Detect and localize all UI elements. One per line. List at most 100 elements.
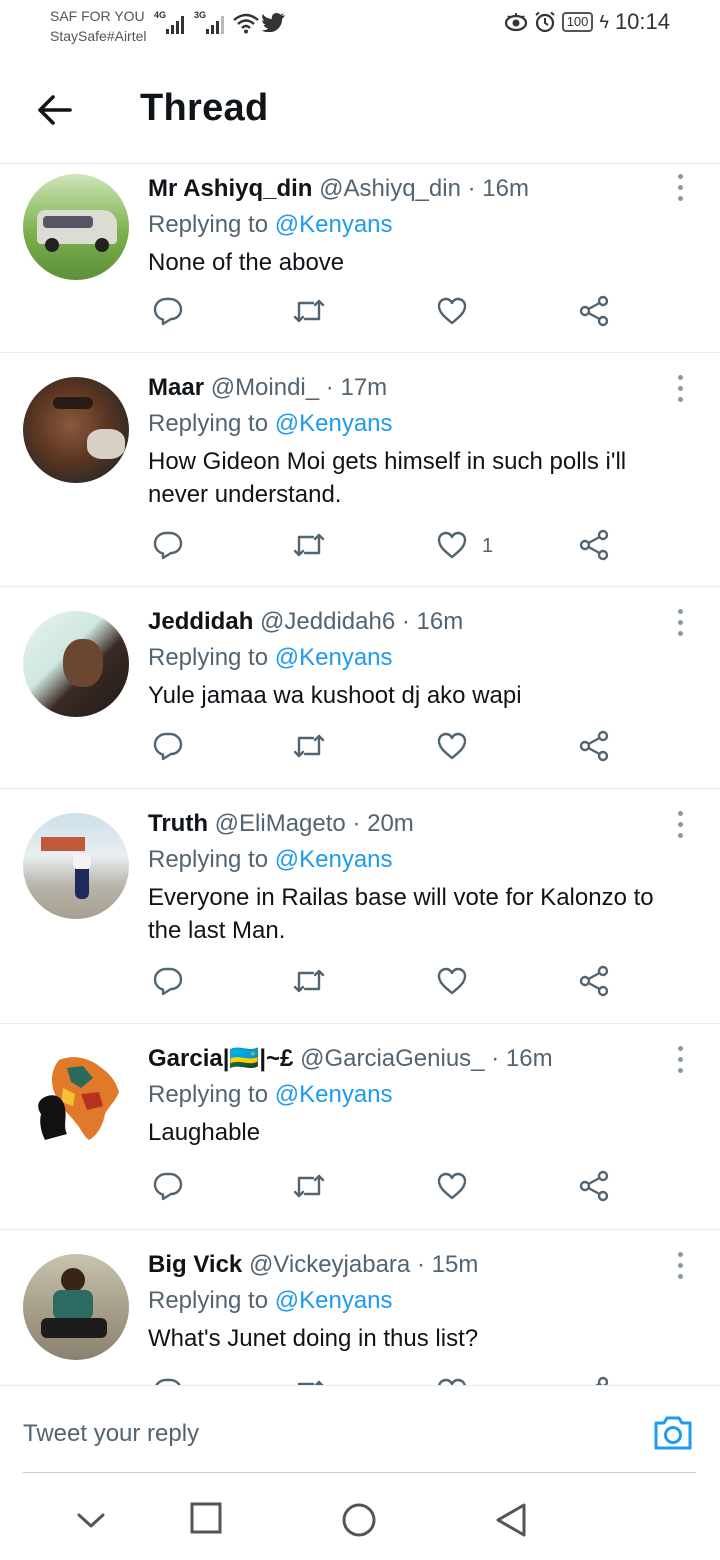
reply-button[interactable]: [152, 965, 184, 1005]
tweet-actions: [148, 1170, 618, 1210]
share-button[interactable]: [578, 529, 610, 569]
retweet-button[interactable]: [291, 529, 327, 569]
reply-underline: [23, 1472, 696, 1473]
author-name[interactable]: Maar: [148, 374, 204, 401]
retweet-button[interactable]: [291, 730, 327, 770]
header: Thread: [0, 60, 720, 164]
tweet-body: Big Vick @Vickeyjabara · 15m Replying to…: [148, 1250, 680, 1355]
more-icon[interactable]: [676, 609, 684, 637]
back-triangle-icon[interactable]: [494, 1502, 528, 1538]
avatar[interactable]: [23, 1048, 129, 1154]
more-icon[interactable]: [676, 1046, 684, 1074]
reply-button[interactable]: [152, 1170, 184, 1210]
tweet[interactable]: Maar @Moindi_ · 17m Replying to @Kenyans…: [0, 353, 720, 587]
author-handle[interactable]: @GarciaGenius_: [300, 1045, 484, 1072]
tweet-text: Everyone in Railas base will vote for Ka…: [148, 884, 654, 944]
retweet-button[interactable]: [291, 965, 327, 1005]
retweet-button[interactable]: [291, 1170, 327, 1210]
like-button[interactable]: [436, 965, 468, 1005]
carrier-label: SAF FOR YOU StaySafe#Airtel: [50, 6, 147, 46]
author-name[interactable]: Truth: [148, 810, 208, 837]
reply-button[interactable]: [152, 1376, 184, 1385]
tweet-header: Big Vick @Vickeyjabara · 15m: [148, 1251, 479, 1278]
share-button[interactable]: [578, 295, 610, 335]
like-icon: [437, 531, 467, 559]
system-nav-bar: [0, 1476, 720, 1560]
author-handle[interactable]: @EliMageto: [215, 810, 346, 837]
like-button[interactable]: [436, 1170, 468, 1210]
recents-square-icon[interactable]: [190, 1502, 222, 1534]
share-icon: [579, 730, 609, 762]
author-handle[interactable]: @Moindi_: [211, 374, 319, 401]
replying-prefix: Replying to: [148, 1287, 269, 1314]
retweet-button[interactable]: [291, 295, 327, 335]
tweet-header: Garcia|🇷🇼|~£ @GarciaGenius_ · 16m: [148, 1045, 553, 1072]
tweet-text: What's Junet doing in thus list?: [148, 1325, 479, 1352]
retweet-icon: [293, 734, 325, 758]
tweet[interactable]: Jeddidah @Jeddidah6 · 16m Replying to @K…: [0, 587, 720, 789]
avatar[interactable]: [23, 377, 129, 483]
share-button[interactable]: [578, 1376, 610, 1385]
author-handle[interactable]: @Jeddidah6: [260, 608, 395, 635]
back-arrow-icon[interactable]: [36, 90, 76, 130]
avatar[interactable]: [23, 174, 129, 280]
like-button[interactable]: [436, 1376, 468, 1385]
share-button[interactable]: [578, 965, 610, 1005]
share-button[interactable]: [578, 1170, 610, 1210]
mention-link[interactable]: @Kenyans: [275, 846, 393, 873]
reply-icon: [153, 297, 183, 326]
replying-prefix: Replying to: [148, 644, 269, 671]
camera-icon[interactable]: [652, 1414, 694, 1452]
more-icon[interactable]: [676, 1252, 684, 1280]
tweet[interactable]: Garcia|🇷🇼|~£ @GarciaGenius_ · 16m Replyi…: [0, 1024, 720, 1230]
tweet-time: 16m: [482, 175, 529, 202]
replying-to: Replying to @Kenyans: [148, 845, 680, 875]
mention-link[interactable]: @Kenyans: [275, 1081, 393, 1108]
tweet-text: How Gideon Moi gets himself in such poll…: [148, 448, 627, 508]
author-name[interactable]: Garcia|🇷🇼|~£: [148, 1045, 293, 1072]
reply-button[interactable]: [152, 730, 184, 770]
author-name[interactable]: Jeddidah: [148, 608, 253, 635]
avatar[interactable]: [23, 1254, 129, 1360]
mention-link[interactable]: @Kenyans: [275, 1287, 393, 1314]
reply-input[interactable]: Tweet your reply: [23, 1420, 199, 1448]
tweet[interactable]: Truth @EliMageto · 20m Replying to @Keny…: [0, 789, 720, 1024]
replying-prefix: Replying to: [148, 1081, 269, 1108]
mention-link[interactable]: @Kenyans: [275, 644, 393, 671]
retweet-icon: [297, 1380, 324, 1385]
tweet[interactable]: Big Vick @Vickeyjabara · 15m Replying to…: [0, 1230, 720, 1385]
home-circle-icon[interactable]: [341, 1502, 377, 1538]
tweet-time: 16m: [505, 1045, 553, 1072]
tweet-header: Mr Ashiyq_din @Ashiyq_din · 16m: [148, 175, 529, 202]
tweet-text: Yule jamaa wa kushoot dj ako wapi: [148, 682, 522, 709]
network-type-2: 3G: [194, 10, 207, 20]
like-button[interactable]: 1: [436, 529, 493, 569]
chevron-down-icon[interactable]: [76, 1510, 106, 1530]
tweet-time: 15m: [431, 1251, 479, 1278]
mention-link[interactable]: @Kenyans: [275, 410, 393, 437]
tweet[interactable]: Mr Ashiyq_din @Ashiyq_din · 16m Replying…: [0, 164, 720, 353]
more-icon[interactable]: [676, 174, 684, 202]
author-handle[interactable]: @Vickeyjabara: [249, 1251, 410, 1278]
avatar[interactable]: [23, 611, 129, 717]
tweet-body: Jeddidah @Jeddidah6 · 16m Replying to @K…: [148, 607, 680, 712]
retweet-button[interactable]: [291, 1376, 327, 1385]
share-button[interactable]: [578, 730, 610, 770]
more-icon[interactable]: [676, 811, 684, 839]
mention-link[interactable]: @Kenyans: [275, 211, 393, 238]
like-button[interactable]: [436, 295, 468, 335]
tweet-body: Mr Ashiyq_din @Ashiyq_din · 16m Replying…: [148, 174, 680, 279]
like-button[interactable]: [436, 730, 468, 770]
avatar[interactable]: [23, 813, 129, 919]
author-handle[interactable]: @Ashiyq_din: [319, 175, 461, 202]
author-name[interactable]: Big Vick: [148, 1251, 242, 1278]
reply-button[interactable]: [152, 295, 184, 335]
reply-icon: [153, 967, 183, 996]
like-icon: [437, 1172, 467, 1200]
like-count: 1: [482, 535, 494, 557]
more-icon[interactable]: [676, 375, 684, 403]
twitter-bird-icon: [262, 13, 285, 32]
reply-button[interactable]: [152, 529, 184, 569]
author-name[interactable]: Mr Ashiyq_din: [148, 175, 312, 202]
like-icon: [437, 297, 467, 325]
